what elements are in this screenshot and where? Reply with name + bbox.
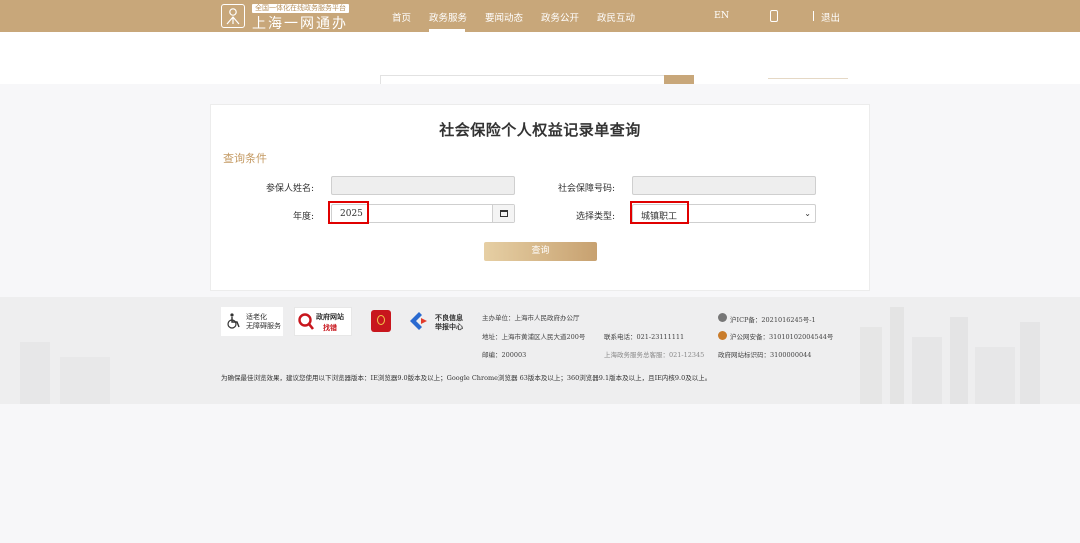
hot-search-area xyxy=(768,78,848,84)
nav-divider xyxy=(813,11,814,21)
report-center-icon xyxy=(410,312,427,330)
report-line1: 政府网站 xyxy=(316,312,344,321)
address: 地址：上海市黄浦区人民大道200号 xyxy=(482,333,586,341)
icp-icon xyxy=(718,313,727,322)
accessibility-line1: 适老化 xyxy=(246,313,267,321)
type-label: 选择类型: xyxy=(575,212,615,222)
ss-number-label: 社会保障号码: xyxy=(557,184,615,194)
nav-gov-services[interactable]: 政务服务 xyxy=(429,10,467,24)
police-badge-icon xyxy=(718,331,727,340)
police-record[interactable]: 沪公网安备：31010102004544号 xyxy=(730,331,833,341)
bad-info-line2: 举报中心 xyxy=(435,322,463,331)
year-label: 年度: xyxy=(292,212,314,222)
wheelchair-icon xyxy=(227,313,240,329)
nav-gov-open[interactable]: 政务公开 xyxy=(541,10,579,24)
nav-interaction[interactable]: 政民互动 xyxy=(597,10,635,24)
bad-info-report-badge[interactable]: 不良信息 举报中心 xyxy=(406,307,466,336)
magnifier-icon xyxy=(298,313,315,330)
party-emblem-icon[interactable] xyxy=(371,310,391,332)
service-hotline: 上海政务服务总客服：021-12345 xyxy=(604,351,705,359)
nav-news[interactable]: 要闻动态 xyxy=(485,10,523,24)
bad-info-line1: 不良信息 xyxy=(435,313,463,322)
site-logo-icon[interactable] xyxy=(221,4,245,28)
insured-name-field[interactable] xyxy=(331,176,515,195)
site-id: 政府网站标识码：3100000044 xyxy=(718,351,812,359)
year-highlight-box xyxy=(328,201,369,224)
zipcode: 邮编：200003 xyxy=(482,351,527,359)
logout-link[interactable]: 退出 xyxy=(821,10,840,24)
page-title: 社会保险个人权益记录单查询 xyxy=(439,121,641,139)
language-switch[interactable]: EN xyxy=(714,10,729,21)
search-button[interactable] xyxy=(664,75,694,84)
report-error-badge[interactable]: 政府网站 找错 xyxy=(294,307,352,336)
browser-note: 为确保最佳浏览效果，建议您使用以下浏览器版本：IE浏览器9.0版本及以上；Goo… xyxy=(221,374,712,382)
site-title[interactable]: 上海一网通办 xyxy=(252,13,348,33)
mobile-icon[interactable] xyxy=(770,10,778,22)
type-highlight-box xyxy=(630,201,689,224)
chevron-down-icon: ⌄ xyxy=(804,209,811,218)
report-line2: 找错 xyxy=(323,323,337,332)
accessibility-line2: 无障碍服务 xyxy=(246,322,281,330)
calendar-icon xyxy=(500,210,508,217)
icp-record[interactable]: 沪ICP备：2021016245号-1 xyxy=(730,314,816,324)
calendar-button[interactable] xyxy=(492,205,514,222)
nav-home[interactable]: 首页 xyxy=(392,10,411,24)
host-unit: 主办单位：上海市人民政府办公厅 xyxy=(482,314,580,322)
accessibility-badge[interactable]: 适老化 无障碍服务 xyxy=(221,307,283,336)
site-tagline: 全国一体化在线政务服务平台 xyxy=(252,4,349,13)
search-input[interactable] xyxy=(380,75,665,84)
top-navbar xyxy=(0,0,1080,32)
phone: 联系电话：021-23111111 xyxy=(604,333,685,341)
query-button[interactable]: 查询 xyxy=(484,242,597,261)
section-title: 查询条件 xyxy=(223,152,267,165)
ss-number-field[interactable] xyxy=(632,176,816,195)
name-label: 参保人姓名: xyxy=(265,184,314,194)
